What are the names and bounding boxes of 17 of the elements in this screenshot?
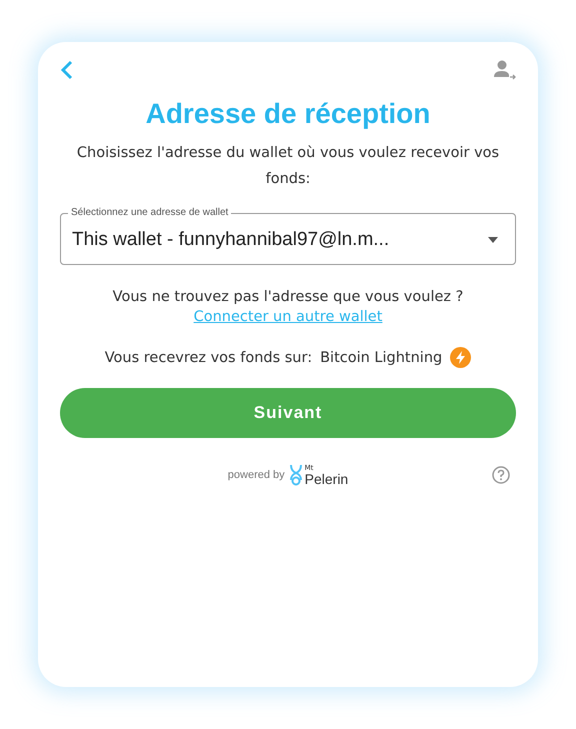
selected-value: This wallet - funnyhannibal97@ln.m... bbox=[72, 228, 390, 250]
page-title: Adresse de réception bbox=[146, 98, 430, 130]
next-button[interactable]: Suivant bbox=[60, 388, 516, 438]
wallet-select[interactable]: Sélectionnez une adresse de wallet This wallet - funnyhannibal97@ln.m... bbox=[60, 206, 516, 265]
instruction-text: Choisissez l'adresse du wallet où vous voulez recevoir vos fonds: bbox=[76, 144, 500, 189]
caret-icon bbox=[488, 236, 498, 242]
back-icon[interactable] bbox=[60, 60, 74, 80]
hint-text: Vous ne trouvez pas l'adresse que vous voulez ? bbox=[112, 289, 464, 305]
lightning-icon bbox=[450, 347, 472, 368]
powered-by-text: powered by bbox=[228, 469, 285, 481]
network-label: Vous recevrez vos fonds sur: bbox=[104, 350, 312, 366]
help-icon[interactable] bbox=[492, 466, 510, 484]
logo-mark-icon bbox=[288, 464, 303, 486]
logo-text: Pelerin bbox=[304, 472, 348, 486]
user-logout-icon[interactable] bbox=[494, 60, 516, 80]
network-name: Bitcoin Lightning bbox=[320, 350, 442, 366]
connect-wallet-link[interactable]: Connecter un autre wallet bbox=[194, 309, 382, 325]
